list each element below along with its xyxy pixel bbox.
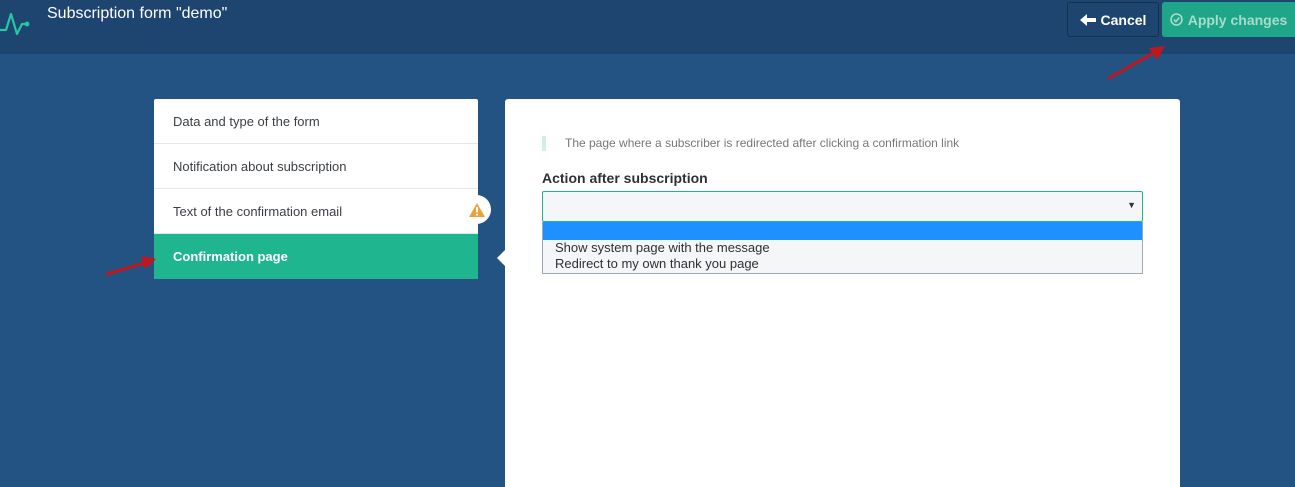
arrow-left-icon <box>1079 13 1096 26</box>
menu-item-notification[interactable]: Notification about subscription <box>154 144 478 189</box>
dropdown-option-empty[interactable] <box>543 222 1142 240</box>
annotation-arrow-icon <box>1107 46 1165 80</box>
action-dropdown-list: Show system page with the message Redire… <box>542 222 1143 274</box>
settings-panel <box>505 99 1180 487</box>
caret-down-icon: ▼ <box>1127 200 1136 210</box>
menu-item-label: Data and type of the form <box>173 113 320 129</box>
settings-menu: Data and type of the form Notification a… <box>154 99 478 279</box>
page-title: Subscription form "demo" <box>47 5 228 22</box>
action-after-subscription-label: Action after subscription <box>542 170 708 186</box>
menu-item-confirmation-email[interactable]: Text of the confirmation email <box>154 189 478 234</box>
dropdown-option-system-page[interactable]: Show system page with the message <box>543 240 1142 256</box>
apply-changes-label: Apply changes <box>1187 11 1288 28</box>
hint-text: The page where a subscriber is redirecte… <box>542 136 959 151</box>
cancel-button[interactable]: Cancel <box>1067 2 1159 37</box>
menu-item-label: Text of the confirmation email <box>173 203 343 219</box>
menu-item-label: Notification about subscription <box>173 158 347 174</box>
warning-triangle-icon <box>468 202 485 217</box>
cancel-label: Cancel <box>1100 11 1147 28</box>
annotation-arrow-icon <box>105 256 156 276</box>
menu-item-label: Confirmation page <box>173 249 288 264</box>
dropdown-option-own-thank-you-page[interactable]: Redirect to my own thank you page <box>543 256 1142 272</box>
menu-item-data-and-type[interactable]: Data and type of the form <box>154 99 478 144</box>
warning-badge <box>462 195 491 224</box>
top-bar: Subscription form "demo" Cancel Apply ch… <box>0 0 1295 54</box>
menu-item-confirmation-page[interactable]: Confirmation page <box>154 234 478 279</box>
panel-pointer <box>497 250 505 266</box>
apply-changes-button[interactable]: Apply changes <box>1162 2 1295 37</box>
check-circle-icon <box>1169 13 1183 26</box>
pulse-logo-icon <box>0 12 30 36</box>
action-after-subscription-select[interactable]: ▼ <box>542 191 1143 222</box>
